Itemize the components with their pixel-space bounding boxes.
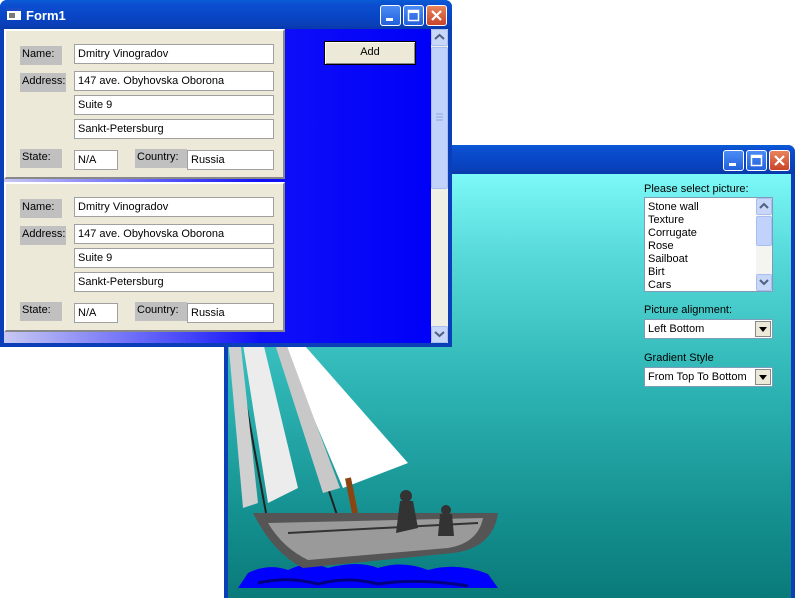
- form1-title: Form1: [26, 8, 66, 23]
- state-field[interactable]: N/A: [74, 150, 118, 170]
- minimize-button[interactable]: [380, 5, 401, 26]
- address-record: Name: Dmitry Vinogradov Address: 147 ave…: [4, 29, 285, 179]
- alignment-value: Left Bottom: [648, 323, 705, 335]
- listbox-scrollbar[interactable]: [756, 198, 772, 291]
- country-label: Country:: [135, 149, 187, 168]
- grip-icon: [436, 113, 443, 121]
- address-record: Name: Dmitry Vinogradov Address: 147 ave…: [4, 182, 285, 332]
- minimize-icon: [729, 163, 736, 166]
- alignment-select[interactable]: Left Bottom: [644, 319, 773, 339]
- chevron-up-icon: [434, 33, 445, 40]
- sailboat-picture: [228, 338, 498, 588]
- list-item[interactable]: Cars: [648, 279, 671, 291]
- minimize-icon: [386, 18, 393, 21]
- close-button[interactable]: [769, 150, 790, 171]
- address-line1-field[interactable]: 147 ave. Obyhovska Oborona: [74, 71, 274, 91]
- chevron-down-icon: [434, 331, 445, 338]
- country-field[interactable]: Russia: [187, 150, 274, 170]
- form1-titlebar[interactable]: Form1: [0, 0, 452, 29]
- name-label: Name:: [20, 199, 62, 218]
- close-button[interactable]: [426, 5, 447, 26]
- add-button[interactable]: Add: [324, 41, 416, 65]
- app-icon: [7, 8, 21, 20]
- chevron-down-icon: [759, 327, 767, 332]
- address-label: Address:: [20, 73, 66, 92]
- address-label: Address:: [20, 226, 66, 245]
- picture-listbox[interactable]: Stone wall Texture Corrugate Rose Sailbo…: [644, 197, 773, 292]
- list-item[interactable]: Texture: [648, 214, 684, 227]
- close-icon: [431, 10, 442, 21]
- address-line3-field[interactable]: Sankt-Petersburg: [74, 119, 274, 139]
- scroll-thumb[interactable]: [756, 216, 772, 246]
- address-line3-field[interactable]: Sankt-Petersburg: [74, 272, 274, 292]
- address-line1-field[interactable]: 147 ave. Obyhovska Oborona: [74, 224, 274, 244]
- maximize-icon: [750, 154, 763, 167]
- alignment-dropdown-button[interactable]: [755, 321, 771, 337]
- name-label: Name:: [20, 46, 62, 65]
- address-line2-field[interactable]: Suite 9: [74, 95, 274, 115]
- maximize-icon: [407, 9, 420, 22]
- list-item[interactable]: Sailboat: [648, 253, 688, 266]
- gradient-select[interactable]: From Top To Bottom: [644, 367, 773, 387]
- chevron-down-icon: [759, 279, 769, 286]
- maximize-button[interactable]: [403, 5, 424, 26]
- state-field[interactable]: N/A: [74, 303, 118, 323]
- form1-vertical-scrollbar[interactable]: [431, 29, 448, 343]
- name-field[interactable]: Dmitry Vinogradov: [74, 197, 274, 217]
- maximize-button[interactable]: [746, 150, 767, 171]
- list-item[interactable]: Rose: [648, 240, 674, 253]
- form1-client: Name: Dmitry Vinogradov Address: 147 ave…: [4, 29, 448, 343]
- country-field[interactable]: Russia: [187, 303, 274, 323]
- list-item[interactable]: Corrugate: [648, 227, 697, 240]
- form1-window: Form1 Name: Dmitry Vinogradov Address: 1…: [0, 0, 452, 347]
- scroll-down-button[interactable]: [756, 274, 772, 291]
- scroll-up-button[interactable]: [756, 198, 772, 215]
- list-item[interactable]: Stone wall: [648, 201, 699, 214]
- address-line2-field[interactable]: Suite 9: [74, 248, 274, 268]
- close-icon: [774, 155, 785, 166]
- records-scroll-area: Name: Dmitry Vinogradov Address: 147 ave…: [4, 29, 431, 343]
- alignment-label: Picture alignment:: [644, 304, 733, 316]
- state-label: State:: [20, 149, 62, 168]
- scroll-up-button[interactable]: [431, 29, 448, 46]
- minimize-button[interactable]: [723, 150, 744, 171]
- chevron-up-icon: [759, 202, 769, 209]
- state-label: State:: [20, 302, 62, 321]
- picture-select-label: Please select picture:: [644, 183, 749, 195]
- list-item[interactable]: Birt: [648, 266, 665, 279]
- gradient-dropdown-button[interactable]: [755, 369, 771, 385]
- chevron-down-icon: [759, 375, 767, 380]
- gradient-value: From Top To Bottom: [648, 371, 747, 383]
- country-label: Country:: [135, 302, 187, 321]
- scroll-thumb[interactable]: [431, 47, 448, 189]
- name-field[interactable]: Dmitry Vinogradov: [74, 44, 274, 64]
- scroll-down-button[interactable]: [431, 326, 448, 343]
- gradient-label: Gradient Style: [644, 352, 714, 364]
